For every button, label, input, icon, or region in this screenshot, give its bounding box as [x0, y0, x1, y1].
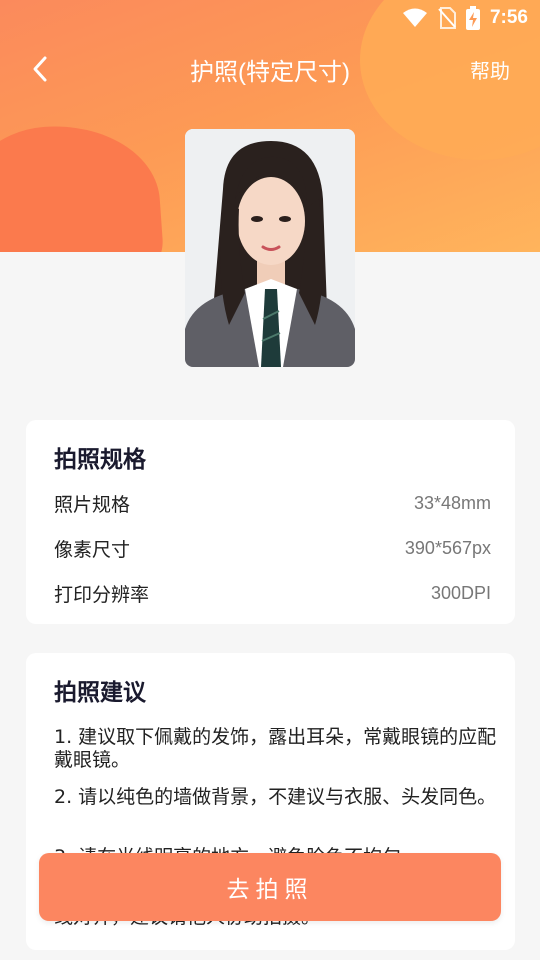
spec-value: 33*48mm	[413, 492, 491, 513]
status-bar: 7:56	[0, 0, 540, 36]
status-time: 7:56	[489, 7, 528, 28]
spec-row: 打印分辨率 300DPI	[54, 578, 491, 608]
spec-row: 像素尺寸 390*567px	[54, 533, 491, 563]
advice-item: 2. 请以纯色的墙做背景，不建议与衣服、头发同色。	[54, 786, 497, 808]
advice-item: 1. 建议取下佩戴的发饰，露出耳朵，常戴眼镜的应配戴眼镜。	[54, 726, 497, 771]
spec-card: 拍照规格 照片规格 33*48mm 像素尺寸 390*567px 打印分辨率 3…	[26, 420, 515, 624]
nav-bar: 护照(特定尺寸) 帮助	[0, 48, 540, 90]
wifi-icon	[402, 8, 428, 28]
help-button[interactable]: 帮助	[470, 55, 510, 84]
spec-label: 像素尺寸	[54, 538, 131, 561]
sample-photo	[185, 129, 355, 367]
spec-label: 打印分辨率	[54, 583, 150, 606]
no-sim-icon	[438, 7, 456, 29]
decor-blob-left	[0, 119, 166, 252]
advice-card-title: 拍照建议	[54, 680, 146, 706]
take-photo-button[interactable]: 去拍照	[39, 853, 501, 921]
spec-row: 照片规格 33*48mm	[54, 488, 491, 518]
spec-card-title: 拍照规格	[54, 447, 146, 473]
battery-charging-icon	[465, 6, 480, 30]
spec-value: 390*567px	[404, 537, 491, 558]
page-title: 护照(特定尺寸)	[190, 58, 350, 86]
spec-value: 300DPI	[430, 582, 491, 603]
spec-label: 照片规格	[54, 493, 131, 516]
